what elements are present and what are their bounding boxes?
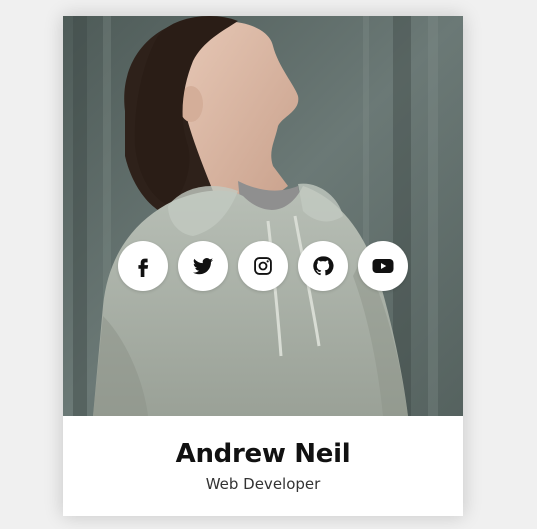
facebook-button[interactable]: [118, 241, 168, 291]
youtube-button[interactable]: [358, 241, 408, 291]
instagram-button[interactable]: [238, 241, 288, 291]
youtube-icon: [372, 259, 394, 273]
github-button[interactable]: [298, 241, 348, 291]
facebook-icon: [138, 258, 149, 277]
github-icon: [313, 256, 334, 276]
profile-role: Web Developer: [205, 475, 321, 493]
profile-name: Andrew Neil: [175, 439, 351, 469]
twitter-button[interactable]: [178, 241, 228, 291]
instagram-icon: [254, 257, 272, 275]
social-links: [118, 241, 408, 291]
profile-info: Andrew Neil Web Developer: [63, 416, 463, 516]
profile-card: Andrew Neil Web Developer: [63, 16, 463, 516]
profile-photo: [63, 16, 463, 416]
twitter-icon: [192, 258, 214, 275]
